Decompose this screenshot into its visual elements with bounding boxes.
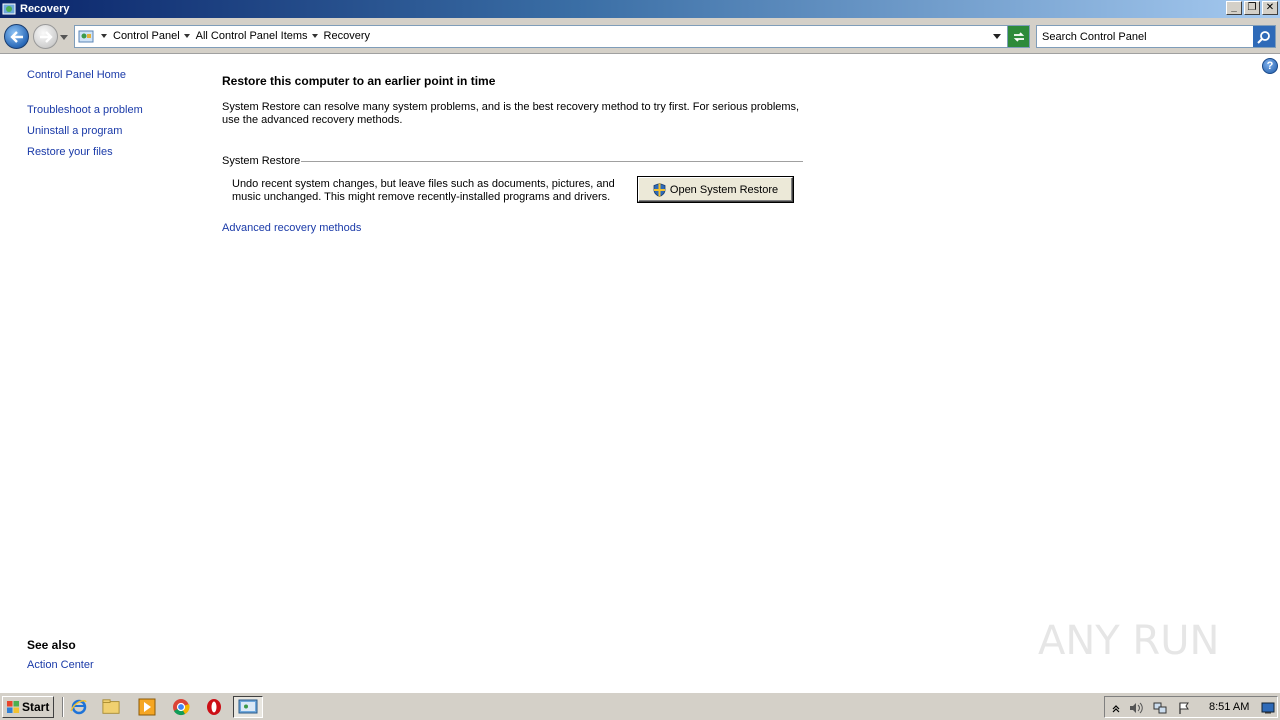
restore-button[interactable]: ❐ [1244, 1, 1260, 15]
title-bar: Recovery _ ❐ ✕ [0, 0, 1280, 18]
taskbar-separator [62, 697, 64, 717]
navigation-bar: Control Panel All Control Panel Items Re… [0, 18, 1280, 54]
close-button[interactable]: ✕ [1262, 1, 1278, 15]
opera-icon[interactable] [205, 698, 223, 716]
see-also-heading: See also [27, 638, 76, 652]
windows-flag-icon [7, 701, 19, 713]
window-controls: _ ❐ ✕ [1226, 1, 1278, 15]
back-arrow-icon [9, 30, 23, 43]
open-system-restore-button[interactable]: Open System Restore [637, 176, 794, 203]
breadcrumb-chevron-icon[interactable] [101, 34, 107, 38]
system-tray: 8:51 AM [1104, 696, 1278, 718]
section-divider [301, 161, 803, 162]
breadcrumb-item[interactable]: All Control Panel Items [196, 30, 308, 42]
refresh-button[interactable] [1007, 26, 1029, 47]
anyrun-watermark-logo: ANY RUN [1038, 618, 1219, 664]
minimize-button[interactable]: _ [1226, 1, 1242, 15]
restore-files-link[interactable]: Restore your files [27, 146, 113, 158]
control-panel-taskbar-button[interactable] [233, 696, 263, 718]
page-description: System Restore can resolve many system p… [222, 101, 800, 126]
troubleshoot-link[interactable]: Troubleshoot a problem [27, 104, 143, 116]
advanced-recovery-link[interactable]: Advanced recovery methods [222, 222, 361, 234]
section-description: Undo recent system changes, but leave fi… [232, 178, 615, 203]
window-title: Recovery [20, 3, 70, 15]
start-label: Start [22, 700, 50, 714]
opera-glyph-icon [207, 699, 221, 715]
control-panel-window-icon [238, 699, 258, 714]
taskbar: Start 8:51 AM [0, 692, 1280, 720]
section-heading: System Restore [222, 155, 301, 167]
explorer-icon[interactable] [102, 698, 120, 716]
breadcrumb-item[interactable]: Recovery [324, 30, 370, 42]
search-icon [1257, 30, 1270, 44]
folder-icon [102, 699, 120, 714]
address-dropdown-icon[interactable] [993, 34, 1001, 39]
media-player-icon[interactable] [138, 698, 156, 716]
volume-icon[interactable] [1129, 701, 1143, 715]
watermark-text: ANY RUN [1038, 618, 1219, 664]
play-icon [138, 698, 156, 716]
action-center-flag-icon[interactable] [1177, 701, 1191, 715]
search-box [1036, 25, 1276, 48]
uninstall-program-link[interactable]: Uninstall a program [27, 125, 122, 137]
uac-shield-icon [653, 182, 666, 197]
open-system-restore-label: Open System Restore [669, 183, 779, 196]
address-bar[interactable]: Control Panel All Control Panel Items Re… [74, 25, 1030, 48]
chrome-icon[interactable] [172, 698, 190, 716]
show-desktop-icon[interactable] [1261, 701, 1275, 715]
control-panel-home-link[interactable]: Control Panel Home [27, 69, 126, 81]
clock: 8:51 AM [1209, 701, 1250, 713]
breadcrumb-chevron-icon[interactable] [311, 34, 318, 38]
back-button[interactable] [4, 24, 29, 49]
page-title: Restore this computer to an earlier poin… [222, 74, 496, 88]
search-button[interactable] [1253, 26, 1275, 47]
control-panel-icon [78, 30, 94, 43]
chrome-glyph-icon [173, 699, 190, 716]
forward-button[interactable] [33, 24, 58, 49]
action-center-link[interactable]: Action Center [27, 659, 94, 671]
ie-glyph-icon [70, 699, 87, 715]
ie-icon[interactable] [70, 698, 88, 716]
breadcrumb-chevron-icon[interactable] [183, 34, 190, 38]
help-icon[interactable]: ? [1262, 58, 1278, 74]
network-icon[interactable] [1153, 701, 1167, 715]
control-panel-icon [2, 3, 16, 15]
show-hidden-icons-icon[interactable] [1109, 701, 1123, 715]
breadcrumb: Control Panel All Control Panel Items Re… [97, 30, 370, 42]
search-input[interactable] [1037, 26, 1253, 47]
forward-arrow-icon [39, 30, 53, 43]
refresh-icon [1013, 31, 1024, 42]
breadcrumb-item[interactable]: Control Panel [113, 30, 180, 42]
recent-pages-dropdown-icon[interactable] [60, 33, 68, 41]
start-button[interactable]: Start [2, 696, 54, 718]
